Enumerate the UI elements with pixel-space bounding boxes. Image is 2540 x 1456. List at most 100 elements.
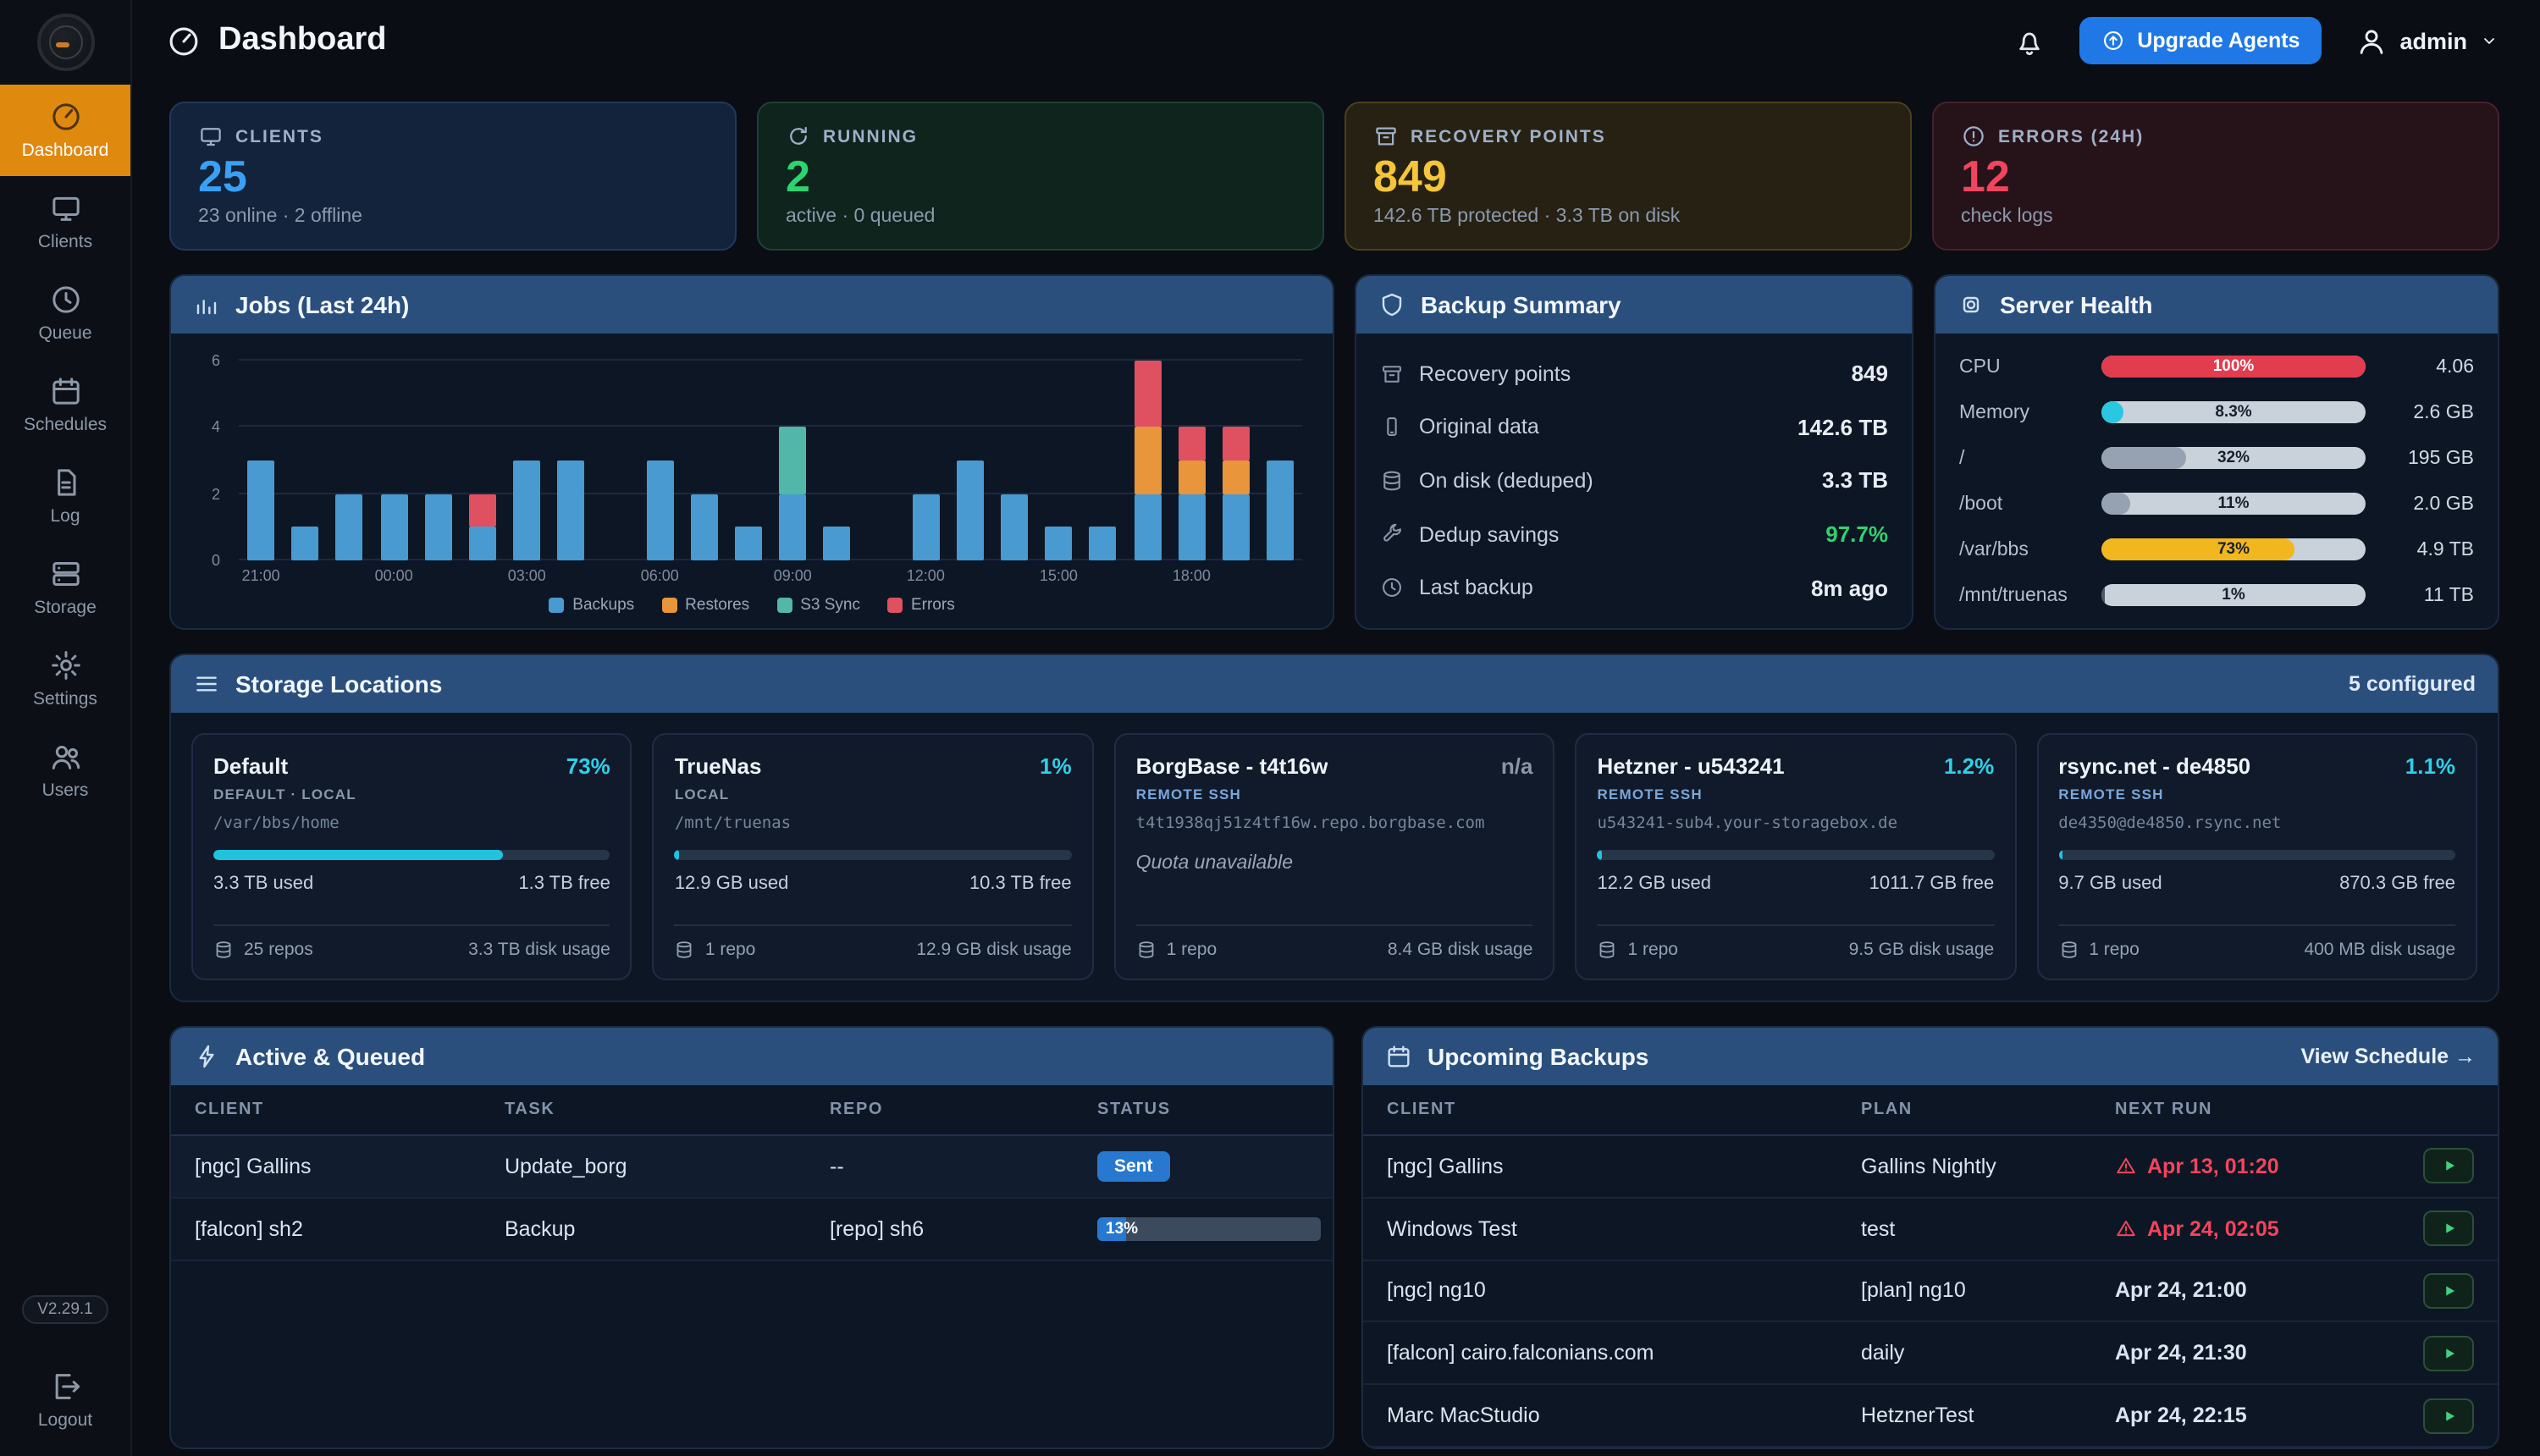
run-now-button[interactable] — [2423, 1211, 2474, 1246]
sidebar-item-users[interactable]: Users — [0, 725, 130, 816]
storage-card-borgbase[interactable]: BorgBase - t4t16wn/a REMOTE SSH t4t1938q… — [1114, 733, 1555, 980]
mid-row: Jobs (Last 24h) 0246 21:0000:0003:0006:0… — [169, 274, 2499, 630]
summary-label: On disk (deduped) — [1419, 469, 1593, 493]
app-logo[interactable] — [36, 14, 94, 71]
server-health-panel: Server Health CPU 100% 4.06 Memory 8.3% … — [1934, 274, 2499, 630]
stat-card-errors[interactable]: ERRORS (24H) 12 check logs — [1932, 102, 2499, 251]
database-icon — [2058, 940, 2079, 960]
storage-usage-bar — [2058, 850, 2455, 860]
stat-card-running[interactable]: RUNNING 2 active · 0 queued — [757, 102, 1324, 251]
storage-usage-bar — [1597, 850, 1994, 860]
storage-locations-panel: Storage Locations 5 configured Default73… — [169, 654, 2499, 1002]
bolt-icon — [193, 1043, 220, 1070]
cell-repo: [repo] sh6 — [830, 1217, 1097, 1241]
stat-head: RECOVERY POINTS — [1373, 124, 1883, 149]
storage-used-free: 12.2 GB used1011.7 GB free — [1597, 874, 1994, 894]
sidebar-item-label: Clients — [38, 232, 92, 252]
play-icon — [2441, 1408, 2456, 1423]
sidebar-item-label: Log — [50, 506, 80, 527]
summary-value: 142.6 TB — [1797, 415, 1888, 440]
storage-free: 870.3 GB free — [2339, 874, 2455, 894]
storage-card-rsyncnet[interactable]: rsync.net - de48501.1% REMOTE SSH de4350… — [2036, 733, 2477, 980]
summary-value: 3.3 TB — [1822, 468, 1888, 494]
health-pct: 8.3% — [2101, 401, 2366, 423]
upcoming-backups-panel: Upcoming Backups View Schedule → CLIENT … — [1361, 1026, 2499, 1449]
storage-card-default[interactable]: Default73% DEFAULT · LOCAL /var/bbs/home… — [191, 733, 632, 980]
storage-card-truenas[interactable]: TrueNas1% LOCAL /mnt/truenas 12.9 GB use… — [653, 733, 1094, 980]
stat-card-recovery-points[interactable]: RECOVERY POINTS 849 142.6 TB protected ·… — [1345, 102, 1912, 251]
table-row[interactable]: [falcon] cairo.falconians.com daily Apr … — [1363, 1323, 2498, 1386]
health-label: /mnt/truenas — [1959, 585, 2088, 605]
storage-type: REMOTE SSH — [2058, 786, 2455, 802]
topbar-actions: Upgrade Agents admin — [2013, 17, 2499, 64]
warning-icon — [2115, 1155, 2137, 1177]
view-schedule-link[interactable]: View Schedule → — [2300, 1045, 2476, 1068]
table-row[interactable]: Windows Test test Apr 24, 02:05 — [1363, 1198, 2498, 1260]
health-value: 11 TB — [2379, 585, 2474, 605]
legend-swatch — [776, 597, 792, 612]
database-icon — [213, 940, 234, 960]
shield-icon — [1378, 291, 1405, 318]
upcoming-table-header: CLIENT PLAN NEXT RUN — [1363, 1085, 2498, 1136]
table-row[interactable]: [falcon] sh2 Backup [repo] sh6 13% — [171, 1199, 1333, 1261]
health-label: CPU — [1959, 356, 2088, 377]
sidebar-item-label: Queue — [38, 323, 91, 344]
cell-plan: daily — [1861, 1342, 2115, 1365]
server-health-body: CPU 100% 4.06 Memory 8.3% 2.6 GB / 32% — [1935, 334, 2498, 628]
logout-label: Logout — [38, 1410, 92, 1431]
upgrade-agents-button[interactable]: Upgrade Agents — [2079, 17, 2322, 64]
cell-plan: test — [1861, 1216, 2115, 1240]
table-row[interactable]: [ngc] ng10 [plan] ng10 Apr 24, 21:00 — [1363, 1260, 2498, 1323]
user-menu[interactable]: admin — [2355, 25, 2499, 57]
sidebar-item-settings[interactable]: Settings — [0, 633, 130, 725]
sidebar-item-label: Dashboard — [22, 141, 109, 161]
database-icon — [675, 940, 695, 960]
jobs-chart: 0246 21:0000:0003:0006:0009:0012:0015:00… — [171, 334, 1333, 628]
jobs-panel: Jobs (Last 24h) 0246 21:0000:0003:0006:0… — [169, 274, 1334, 630]
backup-summary-body: Recovery points 849 Original data 142.6 … — [1356, 334, 1912, 628]
sidebar-item-dashboard[interactable]: Dashboard — [0, 85, 130, 176]
legend-swatch — [887, 597, 903, 612]
logout-button[interactable]: Logout — [0, 1354, 130, 1446]
table-row[interactable]: [ngc] Gallins Gallins Nightly Apr 13, 01… — [1363, 1136, 2498, 1199]
legend-label: Errors — [911, 595, 955, 614]
health-bar: 32% — [2101, 447, 2366, 469]
stat-card-clients[interactable]: CLIENTS 25 23 online · 2 offline — [169, 102, 737, 251]
table-row[interactable]: Marc MacStudio HetznerTest Apr 24, 22:15 — [1363, 1385, 2498, 1448]
sidebar-item-log[interactable]: Log — [0, 450, 130, 542]
summary-value: 8m ago — [1811, 575, 1888, 600]
sidebar-item-storage[interactable]: Storage — [0, 542, 130, 633]
summary-label: Recovery points — [1419, 362, 1571, 386]
users-icon — [48, 740, 82, 774]
health-value: 4.9 TB — [2379, 539, 2474, 560]
sidebar-item-clients[interactable]: Clients — [0, 176, 130, 267]
sidebar-item-schedules[interactable]: Schedules — [0, 359, 130, 450]
calendar-icon — [48, 374, 82, 408]
cell-client: [ngc] Gallins — [195, 1155, 505, 1178]
bar-chart-icon — [193, 291, 220, 318]
table-row[interactable]: [ngc] Gallins Update_borg -- Sent — [171, 1136, 1333, 1199]
phone-icon — [1380, 416, 1404, 439]
health-value: 195 GB — [2379, 448, 2474, 468]
run-now-button[interactable] — [2423, 1398, 2474, 1433]
play-icon — [2441, 1221, 2456, 1236]
server-health-header: Server Health — [1935, 276, 2498, 334]
logout-icon — [48, 1370, 82, 1404]
legend-label: Restores — [685, 595, 749, 614]
storage-card-hetzner[interactable]: Hetzner - u5432411.2% REMOTE SSH u543241… — [1575, 733, 2016, 980]
col-plan: PLAN — [1861, 1100, 2115, 1119]
upgrade-icon — [2101, 29, 2125, 52]
stat-sub: active · 0 queued — [786, 207, 1295, 227]
health-label: / — [1959, 448, 2088, 468]
sidebar-item-queue[interactable]: Queue — [0, 267, 130, 359]
health-label: Memory — [1959, 402, 2088, 422]
run-now-button[interactable] — [2423, 1336, 2474, 1371]
legend-item-errors: Errors — [887, 595, 955, 614]
col-task: TASK — [505, 1100, 830, 1119]
summary-row-last-backup: Last backup 8m ago — [1380, 575, 1888, 600]
run-now-button[interactable] — [2423, 1149, 2474, 1184]
run-now-button[interactable] — [2423, 1273, 2474, 1309]
notifications-button[interactable] — [2013, 25, 2046, 57]
summary-row-original-data: Original data 142.6 TB — [1380, 415, 1888, 440]
sidebar-item-label: Schedules — [24, 415, 107, 435]
